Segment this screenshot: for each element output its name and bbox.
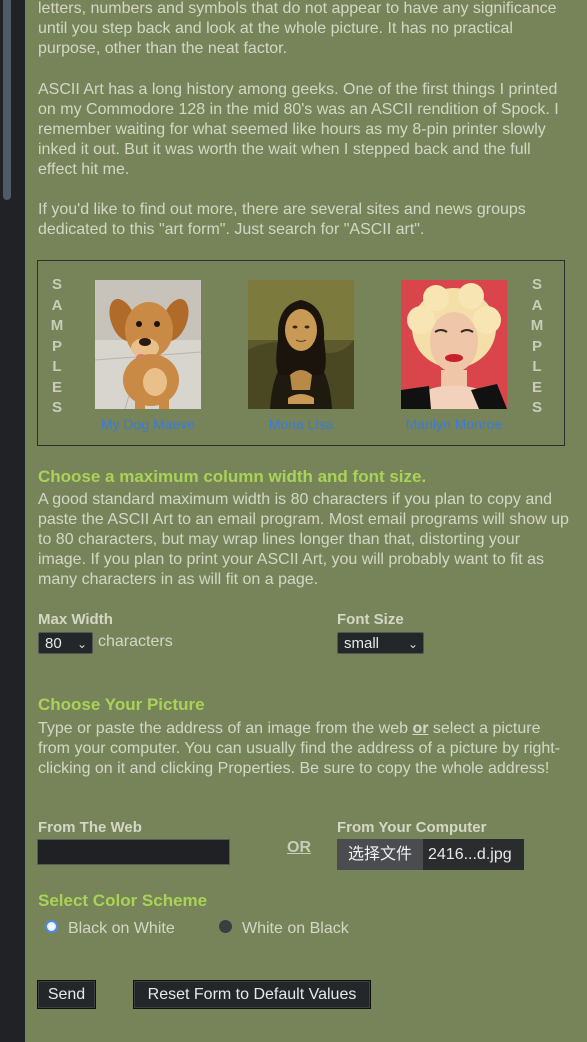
- font-size-label: Font Size: [337, 611, 404, 628]
- font-size-value: small: [344, 635, 380, 652]
- image-url-input[interactable]: [37, 839, 230, 865]
- from-web-label: From The Web: [38, 819, 142, 836]
- max-width-value: 80: [45, 635, 62, 652]
- radio-label-black-on-white[interactable]: Black on White: [68, 920, 175, 938]
- reset-button[interactable]: Reset Form to Default Values: [133, 980, 371, 1009]
- file-picker[interactable]: 选择文件 2416...d.jpg: [337, 839, 524, 870]
- sample-marilyn-monroe[interactable]: Marilyn Monroe: [401, 280, 507, 432]
- samples-side-label-left: S A M P L E S: [50, 276, 64, 416]
- marilyn-monroe-photo-icon[interactable]: [401, 280, 507, 409]
- from-computer-label: From Your Computer: [337, 819, 487, 836]
- picture-body-or: or: [412, 720, 429, 737]
- dog-photo-icon[interactable]: [95, 280, 201, 409]
- sample-caption-marilyn-monroe[interactable]: Marilyn Monroe: [401, 416, 507, 432]
- sample-caption-dog[interactable]: My Dog Maeve: [95, 416, 201, 432]
- max-width-select[interactable]: 80 ⌄: [38, 632, 93, 654]
- intro-paragraph-2: ASCII Art has a long history among geeks…: [38, 81, 559, 178]
- radio-label-white-on-black[interactable]: White on Black: [242, 920, 349, 938]
- characters-label: characters: [98, 633, 173, 650]
- or-separator: OR: [287, 839, 311, 856]
- mona-lisa-painting-icon[interactable]: [248, 280, 354, 409]
- picture-section-body: Type or paste the address of an image fr…: [38, 719, 570, 779]
- left-scrollbar-track[interactable]: [0, 0, 25, 1042]
- sample-mona-lisa[interactable]: Mona Lisa: [248, 280, 354, 432]
- intro-paragraph-1: letters, numbers and symbols that do not…: [38, 0, 557, 57]
- sample-caption-mona-lisa[interactable]: Mona Lisa: [248, 416, 354, 432]
- sample-dog[interactable]: My Dog Maeve: [95, 280, 201, 432]
- radio-black-on-white[interactable]: [45, 920, 58, 933]
- picture-body-text-before: Type or paste the address of an image fr…: [38, 720, 413, 737]
- radio-white-on-black[interactable]: [219, 920, 232, 933]
- max-width-label: Max Width: [38, 611, 113, 628]
- scrollbar-thumb[interactable]: [3, 0, 11, 200]
- main-content-panel: letters, numbers and symbols that do not…: [25, 0, 587, 1042]
- picture-section-heading: Choose Your Picture: [38, 695, 205, 714]
- intro-paragraph-3: If you'd like to find out more, there ar…: [38, 201, 526, 238]
- color-section-heading: Select Color Scheme: [38, 891, 208, 910]
- send-button[interactable]: Send: [37, 980, 96, 1009]
- samples-side-label-right: S A M P L E S: [530, 276, 544, 416]
- choose-file-button[interactable]: 选择文件: [337, 839, 423, 870]
- font-size-select[interactable]: small ⌄: [337, 632, 424, 654]
- width-section-heading: Choose a maximum column width and font s…: [38, 467, 427, 486]
- width-section-body: A good standard maximum width is 80 char…: [38, 491, 569, 588]
- radio-dot-icon: [49, 924, 54, 929]
- chevron-down-icon: ⌄: [407, 637, 418, 651]
- chevron-down-icon: ⌄: [76, 637, 87, 651]
- samples-box: S A M P L E S S A M P L E S My Dog Maeve…: [37, 260, 565, 446]
- selected-file-name: 2416...d.jpg: [428, 846, 512, 863]
